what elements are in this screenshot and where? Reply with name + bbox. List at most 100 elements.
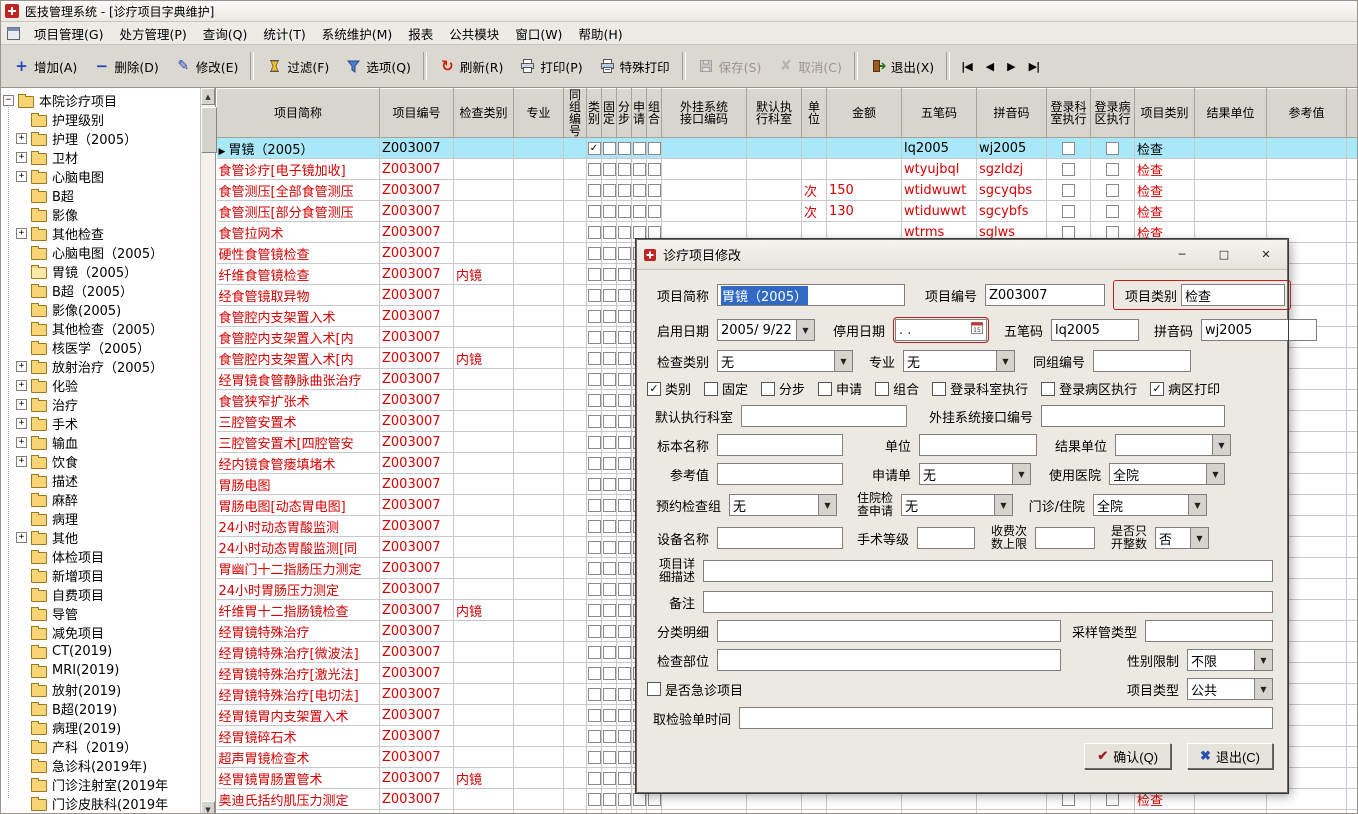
confirm-button[interactable]: ✔ 确认(Q) [1084,743,1172,769]
cell-group-no[interactable] [563,179,587,201]
group-no-input[interactable] [1093,350,1191,372]
tree-item[interactable]: 胃镜（2005） [1,262,200,281]
outpatient-inpatient-select[interactable]: 全院 ▼ [1093,494,1207,516]
cell-cb-fixed[interactable] [601,326,617,348]
scrollbar-thumb[interactable] [201,107,217,153]
checkbox[interactable] [647,162,661,176]
cell-group-no[interactable] [563,305,587,327]
cell-result-unit[interactable] [1194,137,1267,159]
cell-code[interactable]: Z003007 [379,452,454,474]
special-print-button[interactable]: 特殊打印 [591,49,678,83]
cell-filler[interactable] [1346,158,1357,180]
cell-name[interactable]: ▶ 胃镜（2005） [216,137,380,159]
nav-last-button[interactable]: ▶| [1022,49,1046,83]
cell-exam-type[interactable] [453,746,514,768]
result-unit-select[interactable]: ▼ [1115,434,1231,456]
cell-cb-fixed[interactable] [601,347,617,369]
cell-group-no[interactable] [563,431,587,453]
cell-filler[interactable] [1346,179,1357,201]
cell-amount[interactable]: 150 [826,179,902,201]
dialog-checkbox[interactable]: 固定 [704,379,748,398]
checkbox[interactable] [587,372,601,386]
tree-item[interactable]: 减免项目 [1,623,200,642]
tree-item[interactable]: B超 [1,186,200,205]
tree-item[interactable]: 体检项目 [1,547,200,566]
tree-item[interactable]: + 卫材 [1,148,200,167]
cell-group-no[interactable] [563,599,587,621]
cell-filler[interactable] [1346,746,1357,768]
table-row[interactable]: ▶胃镜（2005）Z003007 lq2005wj2005 检查 [216,137,1357,159]
checkbox[interactable] [602,666,616,680]
cell-name[interactable]: 食管腔内支架置入术 [216,305,380,327]
cell-cb-request[interactable] [631,200,647,222]
cell-cb-login-dept[interactable] [1046,158,1091,180]
cell-exam-type[interactable] [453,389,514,411]
cell-cb-type[interactable] [586,200,602,222]
chevron-down-icon[interactable]: ▼ [1012,464,1030,484]
tree-item[interactable]: 麻醉 [1,490,200,509]
checkbox[interactable] [587,750,601,764]
cell-name[interactable]: 胃肠电图[动态胃电图] [216,494,380,516]
cell-cb-fixed[interactable] [601,557,617,579]
cell-name[interactable]: 经胃镜特殊治疗[激光法] [216,662,380,684]
chevron-down-icon[interactable]: ▼ [1254,679,1272,699]
tree-item[interactable]: + 饮食 [1,452,200,471]
cell-unit[interactable] [801,137,827,159]
checkbox[interactable] [632,792,646,806]
cell-name[interactable]: 经食管镜取异物 [216,284,380,306]
cell-specialty[interactable] [513,515,564,537]
checkbox[interactable] [587,603,601,617]
minimize-button[interactable]: ─ [1161,240,1203,269]
cell-exam-type[interactable] [453,158,514,180]
tree-item[interactable]: CT(2019) [1,642,200,661]
cell-unit[interactable]: 次 [801,200,827,222]
calendar-icon[interactable]: 15 [971,322,983,338]
sample-tube-input[interactable] [1145,620,1273,642]
checkbox[interactable] [1106,141,1119,155]
cell-cb-step[interactable] [616,368,632,390]
cell-specialty[interactable] [513,347,564,369]
tree-item[interactable]: 门诊注射室(2019年 [1,775,200,794]
cell-specialty[interactable] [513,410,564,432]
checkbox[interactable] [1106,204,1119,218]
cell-cb-type[interactable] [586,347,602,369]
cell-exam-type[interactable] [453,452,514,474]
cell-group-no[interactable] [563,410,587,432]
checkbox[interactable] [587,288,601,302]
cell-name[interactable]: 硬性食管镜检查 [216,242,380,264]
checkbox[interactable] [1062,225,1075,239]
cell-cb-type[interactable] [586,620,602,642]
cell-name[interactable]: 食管测压[部分食管测压 [216,200,380,222]
checkbox[interactable] [602,792,616,806]
cell-unit[interactable] [801,158,827,180]
cell-exam-type[interactable] [453,683,514,705]
tree-item[interactable]: 病理(2019) [1,718,200,737]
cell-unit[interactable]: 次 [801,179,827,201]
checkbox[interactable] [1062,162,1075,176]
cell-name[interactable]: 纤维胃十二指肠镜检查 [216,599,380,621]
cell-exam-type[interactable] [453,725,514,747]
checkbox[interactable] [617,750,631,764]
checkbox[interactable] [617,372,631,386]
cell-filler[interactable] [1346,620,1357,642]
cell-external-code[interactable] [661,137,747,159]
chevron-down-icon[interactable]: ▼ [1254,650,1272,670]
tree-item[interactable]: 新增项目 [1,566,200,585]
chevron-down-icon[interactable]: ▼ [818,495,836,515]
menu-item[interactable]: 报表 [400,22,441,45]
checkbox[interactable] [617,792,631,806]
scrollbar-track[interactable] [201,105,217,801]
cell-filler[interactable] [1346,242,1357,264]
expand-icon[interactable]: + [16,532,27,543]
cell-cb-fixed[interactable] [601,620,617,642]
cell-specialty[interactable] [513,494,564,516]
cell-exam-type[interactable] [453,221,514,243]
tree-item[interactable]: + 输血 [1,433,200,452]
chevron-down-icon[interactable]: ▼ [1212,435,1230,455]
checkbox[interactable] [602,435,616,449]
checkbox[interactable] [602,372,616,386]
cell-cb-type[interactable] [586,242,602,264]
cell-cb-step[interactable] [616,284,632,306]
cell-specialty[interactable] [513,683,564,705]
cell-exam-type[interactable]: 内镜 [453,263,514,285]
